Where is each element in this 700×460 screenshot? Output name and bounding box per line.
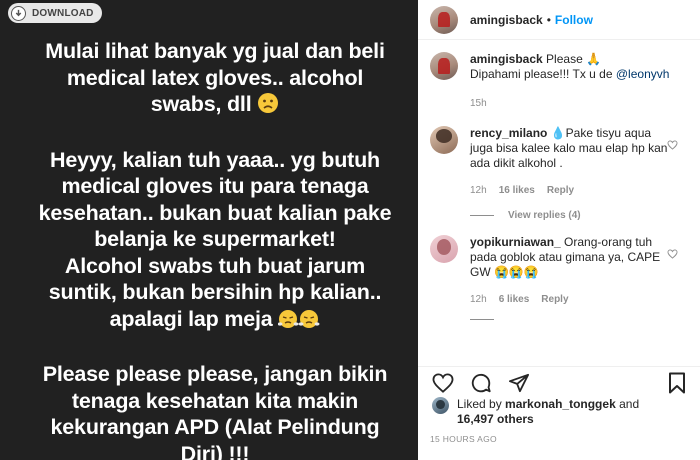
worried-face-icon: [257, 92, 279, 121]
post-line-with-emoji: swabs, dll: [30, 91, 400, 121]
likes-prefix: Liked by: [457, 397, 502, 411]
post-text: Mulai lihat banyak yg jual dan beli medi…: [30, 38, 400, 460]
post-line: Diri) !!!: [180, 441, 250, 460]
post-line: suntik, bukan bersihin hp kalian..: [48, 280, 382, 304]
post-line: Alcohol swabs tuh buat jarum: [64, 253, 366, 278]
heart-icon[interactable]: [667, 140, 678, 150]
post-header: amingisback • Follow: [418, 0, 700, 40]
post-timestamp[interactable]: 15 HOURS AGO: [430, 434, 497, 444]
action-bar: [418, 366, 700, 398]
reply-button[interactable]: Reply: [541, 292, 568, 307]
post-line: belanja ke supermarket!: [94, 227, 336, 251]
avatar[interactable]: [430, 235, 458, 263]
caption-username[interactable]: amingisback: [470, 52, 543, 66]
share-icon[interactable]: [508, 373, 530, 393]
comment-likes[interactable]: 6 likes: [499, 292, 530, 307]
post-sidebar: amingisback • Follow amingisback Please …: [418, 0, 700, 460]
avatar[interactable]: [432, 397, 449, 414]
heart-icon[interactable]: [667, 249, 678, 259]
comment-username[interactable]: rency_milano: [470, 126, 547, 140]
comment-item: rency_milano 💧Pake tisyu aqua juga bisa …: [418, 126, 700, 198]
steam-face-icon: [277, 309, 320, 336]
likes-count[interactable]: 16,497 others: [457, 412, 534, 426]
follow-button[interactable]: Follow: [555, 13, 593, 27]
likes-summary: Liked by markonah_tonggek and 16,497 oth…: [432, 397, 682, 427]
post-line: kekurangan APD (Alat Pelindung: [50, 415, 380, 439]
post-line: Heyyy, kalian tuh yaaa.. yg butuh: [50, 147, 380, 172]
reply-button[interactable]: Reply: [547, 183, 574, 198]
view-replies-label: View replies (4): [508, 210, 581, 221]
avatar[interactable]: [430, 52, 458, 80]
post-line: kesehatan.. bukan buat kalian pake: [38, 200, 392, 225]
caption-text-1: Please 🙏: [546, 52, 602, 66]
separator-dot: •: [546, 12, 551, 27]
replies-line: [470, 319, 494, 320]
caption-text: amingisback Please 🙏 Dipahami please!!! …: [470, 52, 670, 82]
post-line: Please please please, jangan bikin: [42, 362, 388, 386]
post-line: medical gloves itu para tenaga: [61, 174, 369, 198]
caption-text-2: Dipahami please!!! Tx u de: [470, 67, 613, 81]
mention-link[interactable]: @leonyvh: [616, 67, 670, 81]
comment-username[interactable]: yopikurniawan_: [470, 235, 561, 249]
post-line-with-emoji: apalagi lap meja: [30, 306, 400, 336]
likes-user[interactable]: markonah_tonggek: [505, 397, 616, 411]
post-line: apalagi lap meja: [109, 306, 273, 331]
avatar[interactable]: [430, 126, 458, 154]
avatar[interactable]: [430, 5, 458, 34]
caption-time[interactable]: 15h: [470, 96, 487, 111]
view-replies-button[interactable]: View replies (4): [470, 210, 700, 221]
bookmark-icon[interactable]: [668, 372, 686, 394]
comments-list[interactable]: amingisback Please 🙏 Dipahami please!!! …: [418, 40, 700, 366]
comment-item: yopikurniawan_ Orang-orang tuh pada gobl…: [418, 235, 700, 307]
download-icon: [11, 5, 26, 21]
comment-icon[interactable]: [470, 372, 492, 394]
post-line: medical latex gloves.. alcohol: [66, 65, 364, 90]
post-line: Mulai lihat banyak yg jual dan beli: [45, 39, 385, 63]
heart-icon[interactable]: [432, 372, 454, 393]
post-line: swabs, dll: [150, 92, 252, 116]
comment-time[interactable]: 12h: [470, 292, 487, 307]
caption: amingisback Please 🙏 Dipahami please!!! …: [418, 52, 700, 111]
header-username[interactable]: amingisback: [470, 13, 543, 27]
post-image[interactable]: DOWNLOAD Mulai lihat banyak yg jual dan …: [0, 0, 418, 460]
comment-time[interactable]: 12h: [470, 183, 487, 198]
post-line: tenaga kesehatan kita makin: [71, 388, 359, 413]
likes-and: and: [619, 397, 640, 411]
download-button[interactable]: DOWNLOAD: [8, 3, 102, 23]
comment-likes[interactable]: 16 likes: [499, 183, 535, 198]
download-label: DOWNLOAD: [32, 7, 94, 19]
